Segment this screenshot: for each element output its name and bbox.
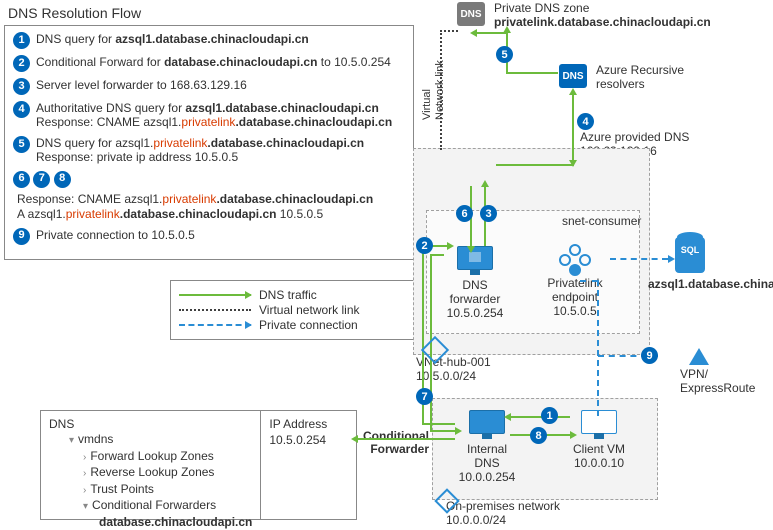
badge-1: 1 — [541, 407, 558, 424]
client-vm: Client VM10.0.0.10 — [564, 410, 634, 470]
step-678: 6 7 8 — [13, 171, 405, 188]
dns-forwarder: DNSforwarder10.5.0.254 — [440, 246, 510, 320]
badge-7: 7 — [416, 388, 433, 405]
vnl-label: VirtualNetwork link — [421, 30, 446, 120]
vnet-link-icon — [179, 309, 251, 311]
sql-label: azsql1.database.chinacloudapi.cn — [648, 278, 768, 292]
step-5: 5DNS query for azsql1.privatelink.databa… — [13, 136, 405, 165]
flow-steps: 1DNS query for azsql1.database.chinaclou… — [4, 25, 414, 260]
pdns-label: Private DNS zoneprivatelink.database.chi… — [494, 2, 711, 30]
step-1: 1DNS query for azsql1.database.chinaclou… — [13, 32, 405, 49]
step-9: 9Private connection to 10.5.0.5 — [13, 228, 405, 245]
badge-5: 5 — [496, 46, 513, 63]
badge-8: 8 — [530, 427, 547, 444]
badge-6: 6 — [456, 205, 473, 222]
dns-traffic-icon — [179, 294, 251, 296]
snet-label: snet-consumer — [562, 215, 641, 229]
private-conn-icon — [179, 324, 251, 326]
resolvers-label: Azure Recursiveresolvers — [596, 64, 684, 92]
vnet-label: VNet-hub-00110.5.0.0/24 — [416, 356, 491, 384]
vpn-label: VPN/ExpressRoute — [680, 368, 755, 396]
badge-2: 2 — [416, 237, 433, 254]
badge-4: 4 — [577, 113, 594, 130]
badge-3: 3 — [480, 205, 497, 222]
internal-dns: InternalDNS10.0.0.254 — [452, 410, 522, 484]
legend: DNS traffic Virtual network link Private… — [170, 280, 420, 340]
azure-resolvers-icon: DNS — [558, 64, 588, 88]
cond-fwd-label: ConditionalForwarder — [363, 430, 429, 456]
expressroute-icon — [684, 348, 714, 365]
flow-title: DNS Resolution Flow — [8, 5, 141, 21]
dns-config-panel: DNS ▾vmdns ›Forward Lookup Zones ›Revers… — [40, 410, 357, 520]
step-2: 2Conditional Forward for database.chinac… — [13, 55, 405, 72]
badge-9: 9 — [641, 347, 658, 364]
sql-icon — [670, 237, 710, 273]
private-dns-zone-icon: DNS — [456, 2, 486, 26]
step-3: 3Server level forwarder to 168.63.129.16 — [13, 78, 405, 95]
step-4: 4Authoritative DNS query for azsql1.data… — [13, 101, 405, 130]
onprem-label: On-premises network10.0.0.0/24 — [446, 500, 560, 528]
privatelink-endpoint: Privatelinkendpoint10.5.0.5 — [540, 246, 610, 318]
